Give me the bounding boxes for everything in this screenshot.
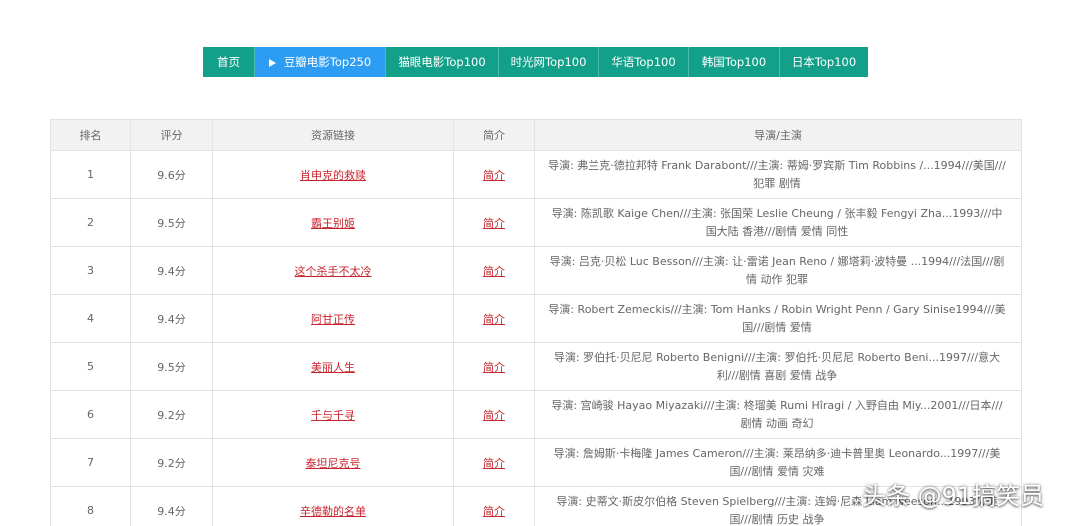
intro-cell: 简介	[453, 438, 535, 487]
nav-item-japan-top100[interactable]: 日本Top100	[780, 47, 868, 77]
column-header-intro: 简介	[453, 119, 535, 151]
director-cast-cell: 导演: 弗兰克·德拉邦特 Frank Darabont///主演: 蒂姆·罗宾斯…	[534, 150, 1022, 199]
director-cast-cell: 导演: 詹姆斯·卡梅隆 James Cameron///主演: 莱昂纳多·迪卡普…	[534, 438, 1022, 487]
director-cast-cell: 导演: Robert Zemeckis///主演: Tom Hanks / Ro…	[534, 294, 1022, 343]
nav-item-korea-top100[interactable]: 韩国Top100	[689, 47, 780, 77]
table-row: 6 9.2分 千与千寻 简介 导演: 宫崎骏 Hayao Miyazaki///…	[50, 390, 1022, 439]
column-header-director-cast: 导演/主演	[534, 119, 1022, 151]
top-nav: 首页 豆瓣电影Top250 猫眼电影Top100 时光网Top100 华语Top…	[203, 47, 868, 77]
movie-link[interactable]: 阿甘正传	[311, 313, 355, 326]
rank-cell: 7	[50, 438, 131, 487]
rank-cell: 6	[50, 390, 131, 439]
nav-item-label: 韩国Top100	[701, 55, 767, 69]
nav-item-label: 首页	[217, 55, 240, 69]
intro-link[interactable]: 简介	[483, 169, 505, 182]
intro-cell: 简介	[453, 150, 535, 199]
director-cast-cell: 导演: 罗伯托·贝尼尼 Roberto Benigni///主演: 罗伯托·贝尼…	[534, 342, 1022, 391]
table-row: 1 9.6分 肖申克的救赎 简介 导演: 弗兰克·德拉邦特 Frank Dara…	[50, 150, 1022, 199]
link-cell: 阿甘正传	[212, 294, 454, 343]
rank-cell: 1	[50, 150, 131, 199]
nav-item-douban-top250[interactable]: 豆瓣电影Top250	[255, 47, 386, 77]
movie-table: 排名 评分 资源链接 简介 导演/主演 1 9.6分 肖申克的救赎 简介 导演:…	[50, 119, 1022, 526]
intro-link[interactable]: 简介	[483, 217, 505, 230]
score-cell: 9.4分	[130, 294, 213, 343]
score-cell: 9.5分	[130, 198, 213, 247]
rank-cell: 4	[50, 294, 131, 343]
nav-item-home[interactable]: 首页	[203, 47, 255, 77]
score-cell: 9.5分	[130, 342, 213, 391]
intro-link[interactable]: 简介	[483, 313, 505, 326]
nav-item-label: 华语Top100	[611, 55, 676, 69]
rank-cell: 8	[50, 486, 131, 526]
score-cell: 9.6分	[130, 150, 213, 199]
nav-item-label: 日本Top100	[791, 55, 857, 69]
movie-link[interactable]: 肖申克的救赎	[300, 169, 366, 182]
play-icon	[268, 59, 276, 67]
nav-item-maoyan-top100[interactable]: 猫眼电影Top100	[386, 47, 499, 77]
intro-link[interactable]: 简介	[483, 265, 505, 278]
intro-link[interactable]: 简介	[483, 409, 505, 422]
table-row: 5 9.5分 美丽人生 简介 导演: 罗伯托·贝尼尼 Roberto Benig…	[50, 342, 1022, 391]
director-cast-cell: 导演: 史蒂文·斯皮尔伯格 Steven Spielberg///主演: 连姆·…	[534, 486, 1022, 526]
table-header-row: 排名 评分 资源链接 简介 导演/主演	[50, 119, 1022, 151]
link-cell: 辛德勒的名单	[212, 486, 454, 526]
movie-link[interactable]: 辛德勒的名单	[300, 505, 366, 518]
table-row: 4 9.4分 阿甘正传 简介 导演: Robert Zemeckis///主演:…	[50, 294, 1022, 343]
score-cell: 9.2分	[130, 438, 213, 487]
column-header-link: 资源链接	[212, 119, 454, 151]
column-header-rank: 排名	[50, 119, 131, 151]
link-cell: 霸王别姬	[212, 198, 454, 247]
director-cast-cell: 导演: 宫崎骏 Hayao Miyazaki///主演: 柊瑠美 Rumi Hî…	[534, 390, 1022, 439]
score-cell: 9.4分	[130, 246, 213, 295]
rank-cell: 3	[50, 246, 131, 295]
movie-link[interactable]: 泰坦尼克号	[306, 457, 361, 470]
score-cell: 9.4分	[130, 486, 213, 526]
intro-cell: 简介	[453, 294, 535, 343]
director-cast-cell: 导演: 陈凯歌 Kaige Chen///主演: 张国荣 Leslie Cheu…	[534, 198, 1022, 247]
column-header-score: 评分	[130, 119, 213, 151]
link-cell: 泰坦尼克号	[212, 438, 454, 487]
intro-cell: 简介	[453, 198, 535, 247]
nav-item-label: 猫眼电影Top100	[398, 55, 486, 69]
director-cast-cell: 导演: 吕克·贝松 Luc Besson///主演: 让·雷诺 Jean Ren…	[534, 246, 1022, 295]
rank-cell: 5	[50, 342, 131, 391]
movie-link[interactable]: 千与千寻	[311, 409, 355, 422]
page: 首页 豆瓣电影Top250 猫眼电影Top100 时光网Top100 华语Top…	[0, 0, 1080, 526]
table-row: 2 9.5分 霸王别姬 简介 导演: 陈凯歌 Kaige Chen///主演: …	[50, 198, 1022, 247]
movie-link[interactable]: 美丽人生	[311, 361, 355, 374]
link-cell: 美丽人生	[212, 342, 454, 391]
table-row: 7 9.2分 泰坦尼克号 简介 导演: 詹姆斯·卡梅隆 James Camero…	[50, 438, 1022, 487]
intro-cell: 简介	[453, 342, 535, 391]
nav-item-chinese-top100[interactable]: 华语Top100	[599, 47, 689, 77]
nav-item-mtime-top100[interactable]: 时光网Top100	[499, 47, 599, 77]
intro-cell: 简介	[453, 390, 535, 439]
table-row: 8 9.4分 辛德勒的名单 简介 导演: 史蒂文·斯皮尔伯格 Steven Sp…	[50, 486, 1022, 526]
intro-cell: 简介	[453, 486, 535, 526]
link-cell: 千与千寻	[212, 390, 454, 439]
link-cell: 这个杀手不太冷	[212, 246, 454, 295]
rank-cell: 2	[50, 198, 131, 247]
link-cell: 肖申克的救赎	[212, 150, 454, 199]
table-row: 3 9.4分 这个杀手不太冷 简介 导演: 吕克·贝松 Luc Besson//…	[50, 246, 1022, 295]
intro-link[interactable]: 简介	[483, 457, 505, 470]
intro-link[interactable]: 简介	[483, 505, 505, 518]
score-cell: 9.2分	[130, 390, 213, 439]
intro-link[interactable]: 简介	[483, 361, 505, 374]
intro-cell: 简介	[453, 246, 535, 295]
movie-link[interactable]: 霸王别姬	[311, 217, 355, 230]
nav-item-label: 时光网Top100	[510, 55, 587, 69]
nav-item-label: 豆瓣电影Top250	[283, 55, 372, 69]
movie-link[interactable]: 这个杀手不太冷	[295, 265, 372, 278]
